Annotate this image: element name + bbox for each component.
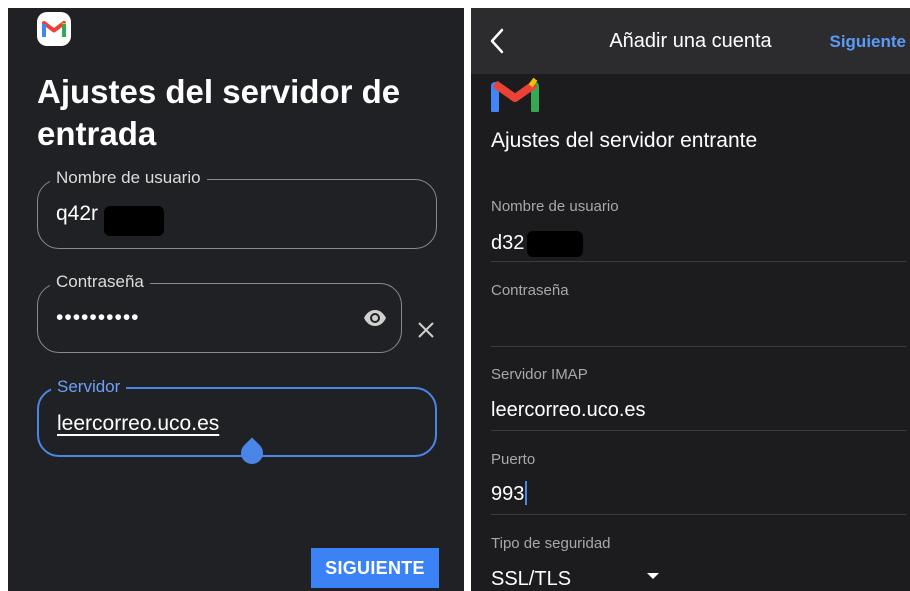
port-value: 993 (491, 483, 525, 505)
server-field[interactable]: Servidor leercorreo.uco.es (37, 376, 437, 457)
server-value: leercorreo.uco.es (57, 412, 220, 435)
imap-server-field[interactable]: leercorreo.uco.es (491, 397, 646, 423)
next-link[interactable]: Siguiente (829, 30, 906, 54)
security-type-select[interactable]: SSL/TLS (491, 566, 571, 591)
redaction-mark (104, 206, 164, 236)
dropdown-arrow-icon[interactable] (647, 573, 659, 579)
right-screen: Añadir una cuenta Siguiente Ajustes del … (471, 8, 910, 591)
username-value: q42r (56, 202, 99, 225)
header-bar: Añadir una cuenta Siguiente (471, 8, 910, 74)
security-type-label: Tipo de seguridad (491, 535, 611, 552)
next-button[interactable]: SIGUIENTE (311, 548, 439, 588)
password-field[interactable] (491, 312, 891, 338)
gmail-logo-icon (37, 12, 71, 46)
password-label: Contraseña (50, 271, 150, 293)
gmail-logo-icon (491, 76, 539, 114)
text-caret (525, 481, 528, 505)
left-screen: Ajustes del servidor de entrada Nombre d… (8, 8, 464, 591)
password-field[interactable]: Contraseña •••••••••• (37, 271, 402, 353)
password-label: Contraseña (491, 282, 569, 299)
port-label: Puerto (491, 451, 536, 468)
password-value: •••••••••• (56, 306, 140, 329)
page-title: Ajustes del servidor de entrada (37, 73, 401, 152)
username-field[interactable]: Nombre de usuario q42r (37, 167, 437, 249)
section-heading: Ajustes del servidor entrante (491, 129, 758, 152)
redaction-mark (527, 231, 583, 257)
divider (491, 430, 906, 431)
imap-server-label: Servidor IMAP (491, 366, 588, 383)
port-field[interactable]: 993 (491, 481, 528, 507)
divider (491, 346, 906, 347)
server-label: Servidor (51, 376, 127, 398)
username-label: Nombre de usuario (50, 167, 207, 189)
username-field[interactable]: d32 (491, 230, 524, 256)
divider (491, 514, 906, 515)
clear-password-close-icon[interactable] (416, 320, 436, 340)
divider (491, 261, 906, 262)
show-password-eye-icon[interactable] (363, 306, 387, 330)
username-label: Nombre de usuario (491, 198, 619, 215)
